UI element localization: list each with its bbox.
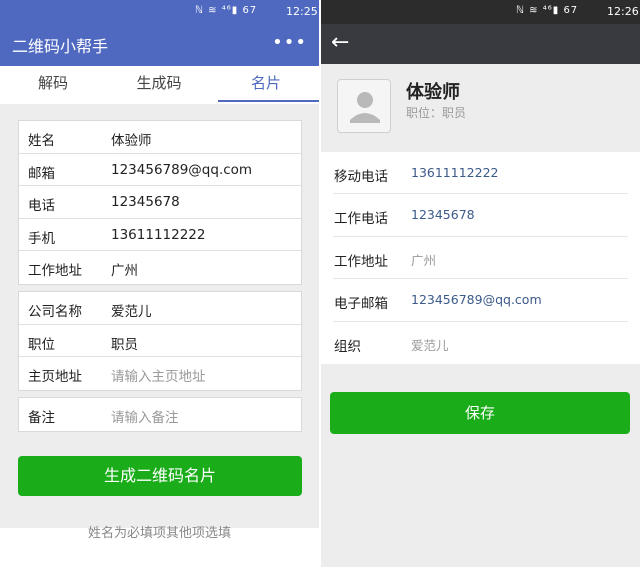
email-input[interactable]: 123456789@qq.com: [111, 162, 252, 178]
tab-indicator: [218, 100, 319, 102]
detail-email[interactable]: 电子邮箱 123456789@qq.com: [321, 279, 640, 322]
work-address-value: 广州: [411, 252, 437, 268]
field-email[interactable]: 邮箱 123456789@qq.com: [19, 154, 301, 186]
field-label: 手机: [28, 230, 55, 247]
back-arrow-icon[interactable]: ←: [331, 30, 357, 56]
left-screen: ℕ ≋ ⁴⁶▮ 67 12:25 二维码小帮手 ••• 解码 生成码 名片 姓名…: [0, 0, 319, 567]
field-notes[interactable]: 备注 请输入备注: [19, 398, 301, 431]
field-label: 邮箱: [28, 165, 55, 182]
tab-decode[interactable]: 解码: [0, 66, 106, 104]
contact-name: 体验师: [406, 82, 460, 103]
detail-organization: 组织 爱范儿: [321, 322, 640, 364]
field-label: 备注: [28, 410, 55, 426]
detail-label: 电子邮箱: [334, 296, 388, 313]
field-homepage[interactable]: 主页地址 请输入主页地址: [19, 357, 301, 390]
work-address-input[interactable]: 广州: [111, 259, 138, 279]
save-button[interactable]: 保存: [330, 392, 630, 434]
field-work-address[interactable]: 工作地址 广州: [19, 251, 301, 284]
generate-card-button[interactable]: 生成二维码名片: [18, 456, 302, 496]
contact-position: 职位：职员: [406, 106, 467, 120]
detail-work-address: 工作地址 广州: [321, 237, 640, 280]
email-link[interactable]: 123456789@qq.com: [411, 292, 542, 307]
field-phone[interactable]: 电话 12345678: [19, 186, 301, 219]
phone-input[interactable]: 12345678: [111, 194, 180, 210]
name-input[interactable]: 体验师: [111, 129, 152, 149]
status-bar: ℕ ≋ ⁴⁶▮ 67 12:25: [0, 0, 319, 24]
status-icons: ℕ ≋ ⁴⁶▮ 67: [516, 5, 579, 16]
app-bar: ←: [321, 24, 640, 64]
field-name[interactable]: 姓名 体验师: [19, 121, 301, 154]
detail-label: 组织: [334, 338, 361, 355]
field-label: 姓名: [28, 133, 55, 149]
mobile-link[interactable]: 13611112222: [411, 165, 498, 180]
field-label: 工作地址: [28, 263, 82, 279]
tab-card[interactable]: 名片: [213, 66, 319, 104]
organization-value: 爱范儿: [411, 337, 449, 353]
app-title: 二维码小帮手: [12, 37, 109, 56]
notes-input[interactable]: 请输入备注: [111, 406, 179, 426]
detail-label: 工作电话: [334, 211, 388, 228]
field-label: 职位: [28, 336, 55, 353]
app-bar: 二维码小帮手 •••: [0, 24, 319, 66]
person-icon: [350, 92, 380, 123]
form-group-company: 公司名称 爱范儿 职位 职员 主页地址 请输入主页地址: [18, 291, 302, 391]
field-mobile[interactable]: 手机 13611112222: [19, 219, 301, 251]
detail-mobile[interactable]: 移动电话 13611112222: [321, 152, 640, 195]
required-hint: 姓名为必填项其他项选填: [87, 526, 231, 541]
field-label: 电话: [28, 198, 55, 214]
right-screen: ℕ ≋ ⁴⁶▮ 67 12:26 ← 体验师 职位：职员 移动电话 136111…: [321, 0, 640, 567]
more-icon[interactable]: •••: [272, 32, 307, 53]
field-position[interactable]: 职位 职员: [19, 325, 301, 357]
detail-label: 工作地址: [334, 253, 388, 270]
contact-header: 体验师 职位：职员: [321, 64, 640, 152]
form-group-notes: 备注 请输入备注: [18, 397, 302, 432]
position-input[interactable]: 职员: [111, 333, 138, 353]
work-phone-link[interactable]: 12345678: [411, 207, 475, 222]
tab-generate[interactable]: 生成码: [106, 66, 212, 104]
homepage-input[interactable]: 请输入主页地址: [111, 365, 206, 385]
status-bar: ℕ ≋ ⁴⁶▮ 67 12:26: [321, 0, 640, 24]
mobile-input[interactable]: 13611112222: [111, 227, 205, 243]
field-company[interactable]: 公司名称 爱范儿: [19, 292, 301, 325]
company-input[interactable]: 爱范儿: [111, 300, 152, 320]
avatar[interactable]: [337, 79, 391, 133]
status-time: 12:26: [607, 5, 639, 18]
field-label: 主页地址: [28, 369, 82, 385]
status-time: 12:25: [286, 5, 318, 18]
detail-label: 移动电话: [334, 169, 388, 185]
form-group-personal: 姓名 体验师 邮箱 123456789@qq.com 电话 12345678 手…: [18, 120, 302, 285]
tab-bar: 解码 生成码 名片: [0, 66, 319, 104]
detail-work-phone[interactable]: 工作电话 12345678: [321, 194, 640, 238]
contact-details: 移动电话 13611112222 工作电话 12345678 工作地址 广州 电…: [321, 152, 640, 364]
field-label: 公司名称: [28, 304, 82, 320]
status-icons: ℕ ≋ ⁴⁶▮ 67: [195, 5, 258, 16]
